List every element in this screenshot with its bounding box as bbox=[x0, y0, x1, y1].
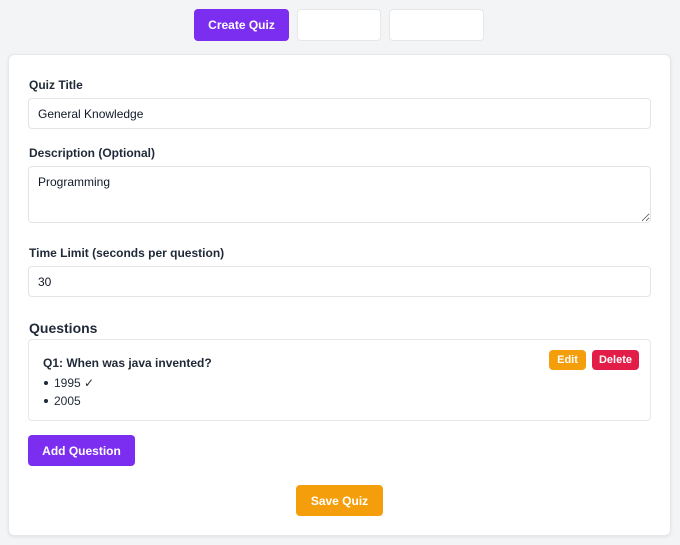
quiz-title-label: Quiz Title bbox=[29, 78, 83, 92]
answer-option: 1995 ✓ bbox=[44, 374, 94, 392]
questions-heading: Questions bbox=[29, 320, 98, 336]
quiz-title-input[interactable] bbox=[28, 98, 651, 129]
question-text: Q1: When was java invented? bbox=[43, 356, 212, 370]
description-label: Description (Optional) bbox=[29, 146, 155, 160]
answer-option-text: 1995 ✓ bbox=[54, 376, 95, 390]
tab-3[interactable] bbox=[389, 9, 484, 41]
answer-options-list: 1995 ✓ 2005 bbox=[44, 374, 94, 410]
add-question-button[interactable]: Add Question bbox=[28, 435, 135, 466]
bullet-icon bbox=[44, 399, 48, 403]
bullet-icon bbox=[44, 381, 48, 385]
tab-bar: Create Quiz bbox=[194, 9, 484, 41]
question-card: Q1: When was java invented? 1995 ✓ 2005 … bbox=[28, 339, 651, 421]
quiz-form-card: Quiz Title Description (Optional) Progra… bbox=[8, 54, 671, 536]
time-limit-input[interactable] bbox=[28, 266, 651, 297]
time-limit-label: Time Limit (seconds per question) bbox=[29, 246, 225, 260]
edit-question-button[interactable]: Edit bbox=[549, 350, 586, 370]
answer-option: 2005 bbox=[44, 392, 94, 410]
description-textarea[interactable]: Programming bbox=[28, 166, 651, 223]
save-quiz-button[interactable]: Save Quiz bbox=[296, 485, 383, 516]
delete-question-button[interactable]: Delete bbox=[592, 350, 639, 370]
answer-option-text: 2005 bbox=[54, 394, 81, 408]
tab-create-quiz[interactable]: Create Quiz bbox=[194, 9, 289, 41]
tab-2[interactable] bbox=[297, 9, 381, 41]
